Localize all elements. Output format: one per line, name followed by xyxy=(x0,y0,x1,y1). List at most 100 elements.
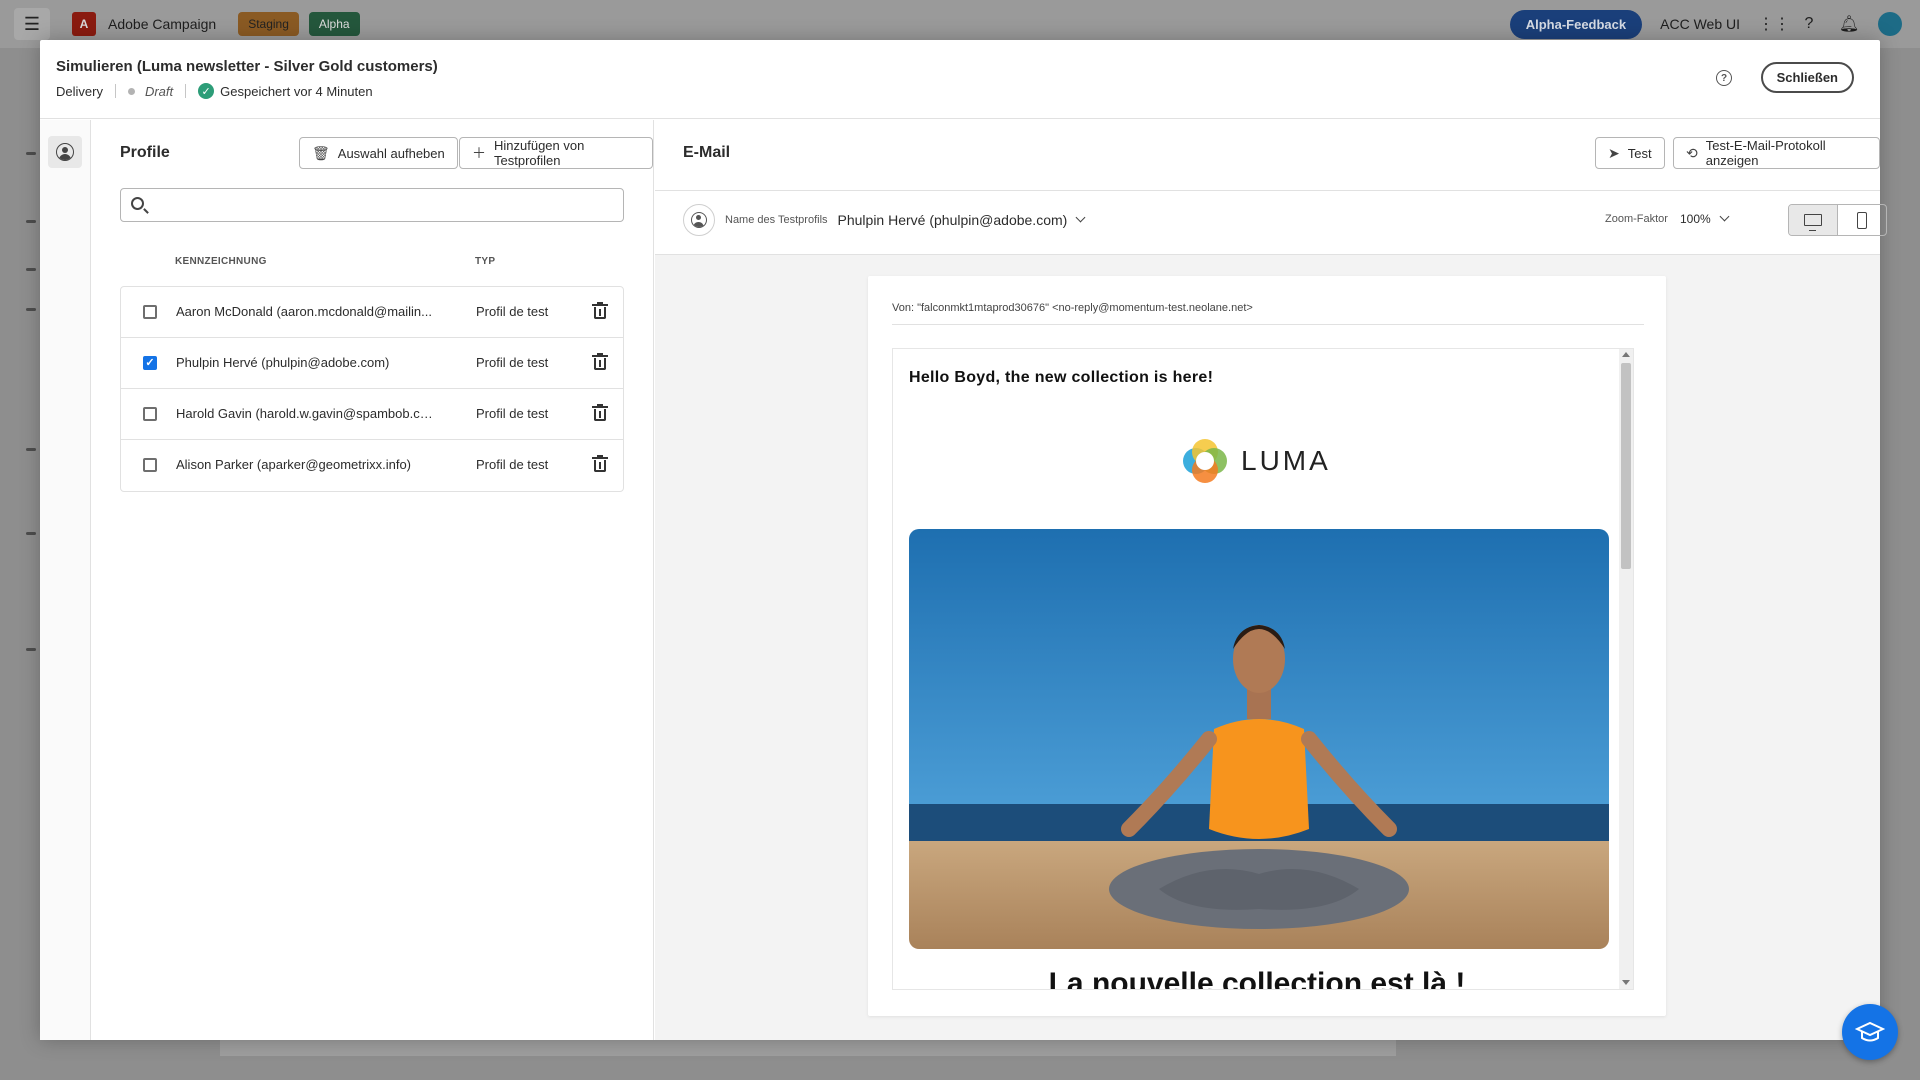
scroll-thumb[interactable] xyxy=(1621,363,1631,569)
graduation-cap-icon xyxy=(1855,1021,1885,1042)
background-sidebar xyxy=(0,48,40,1080)
staging-badge: Staging xyxy=(238,12,299,36)
search-icon xyxy=(131,197,144,210)
scroll-down-arrow-icon[interactable] xyxy=(1622,980,1630,985)
preview-scrollbar[interactable] xyxy=(1619,349,1633,989)
dialog-header: Simulieren (Luma newsletter - Silver Gol… xyxy=(40,40,1880,119)
dialog-help-icon[interactable]: ? xyxy=(1716,70,1732,86)
delete-row-trash-icon[interactable] xyxy=(592,302,608,320)
simulate-dialog: Simulieren (Luma newsletter - Silver Gol… xyxy=(40,40,1887,1040)
profile-avatar xyxy=(683,204,715,236)
scroll-up-arrow-icon[interactable] xyxy=(1622,352,1630,357)
user-avatar[interactable] xyxy=(1878,12,1902,36)
test-profile-label: Name des Testprofils xyxy=(725,214,828,226)
table-row[interactable]: Aaron McDonald (aaron.mcdonald@mailin...… xyxy=(121,287,623,338)
paper-plane-icon: ➤ xyxy=(1608,144,1620,161)
row-checkbox[interactable] xyxy=(143,458,157,472)
hero-image-yoga xyxy=(909,529,1609,949)
dialog-title: Simulieren (Luma newsletter - Silver Gol… xyxy=(56,58,438,75)
zoom-label: Zoom-Faktor xyxy=(1605,213,1668,225)
email-from-header: Von: "falconmkt1mtaprod30676" <no-reply@… xyxy=(892,302,1253,314)
desktop-view-button[interactable] xyxy=(1789,205,1838,235)
profile-name: Phulpin Hervé (phulpin@adobe.com) xyxy=(176,355,390,370)
divider xyxy=(655,190,1880,191)
separator xyxy=(185,84,187,98)
send-test-button[interactable]: ➤ Test xyxy=(1595,137,1665,169)
notifications-bell-icon[interactable]: 🔔︎ xyxy=(1838,14,1860,34)
row-checkbox[interactable] xyxy=(143,305,157,319)
test-profile-value: Phulpin Hervé (phulpin@adobe.com) xyxy=(837,212,1068,228)
zoom-selector[interactable]: Zoom-Faktor 100% xyxy=(1605,211,1730,226)
profile-name: Harold Gavin (harold.w.gavin@spambob.com… xyxy=(176,406,436,421)
profiles-title: Profile xyxy=(120,144,170,161)
clear-selection-label: Auswahl aufheben xyxy=(337,145,445,161)
dialog-status-line: Delivery Draft ✓ Gespeichert vor 4 Minut… xyxy=(56,83,373,99)
profile-type: Profil de test xyxy=(476,457,549,472)
plus-icon: ＋ xyxy=(472,145,486,161)
row-checkbox-checked[interactable]: ✓ xyxy=(143,356,157,370)
column-header-type[interactable]: TYP xyxy=(475,256,495,267)
delivery-type-label: Delivery xyxy=(56,83,103,99)
profile-name: Aaron McDonald (aaron.mcdonald@mailin... xyxy=(176,304,432,319)
learn-graduation-cap-button[interactable] xyxy=(1842,1004,1898,1060)
saved-status: Gespeichert vor 4 Minuten xyxy=(220,83,373,99)
show-test-log-label: Test-E-Mail-Protokoll anzeigen xyxy=(1705,138,1826,168)
delete-row-trash-icon[interactable] xyxy=(592,455,608,473)
email-title: E-Mail xyxy=(683,144,731,161)
apps-grid-icon[interactable]: ⋮⋮ xyxy=(1758,14,1790,34)
email-headline: La nouvelle collection est là ! xyxy=(1048,967,1466,990)
status-dot-icon xyxy=(127,87,135,95)
chevron-down-icon xyxy=(1719,211,1730,222)
mobile-view-button[interactable] xyxy=(1838,205,1886,235)
email-greeting: Hello Boyd, the new collection is here! xyxy=(909,369,1214,386)
saved-check-icon: ✓ xyxy=(198,83,215,99)
column-header-name[interactable]: KENNZEICHNUNG xyxy=(175,256,267,267)
show-test-log-button[interactable]: ⟲ Test-E-Mail-Protokoll anzeigen xyxy=(1673,137,1880,169)
delete-row-trash-icon[interactable] xyxy=(592,404,608,422)
history-clock-icon: ⟲ xyxy=(1686,144,1698,161)
app-name: Adobe Campaign xyxy=(108,16,217,32)
profiles-table: Aaron McDonald (aaron.mcdonald@mailin...… xyxy=(120,286,624,492)
user-circle-icon xyxy=(691,212,707,228)
close-button[interactable]: Schließen xyxy=(1760,62,1854,93)
delete-row-trash-icon[interactable] xyxy=(592,353,608,371)
trash-icon: 🗑︎ xyxy=(312,144,330,161)
desktop-icon xyxy=(1804,214,1822,231)
adobe-logo-icon: A xyxy=(72,12,96,36)
draft-status: Draft xyxy=(144,83,174,99)
luma-logo: LUMA xyxy=(1183,439,1331,483)
add-test-profiles-label: Hinzufügen von Testprofilen xyxy=(494,138,585,168)
chevron-down-icon xyxy=(1075,212,1086,223)
email-toolbar: E-Mail ➤ Test ⟲ Test-E-Mail-Protokoll an… xyxy=(655,120,1887,255)
profiles-panel: Profile 🗑︎ Auswahl aufheben ＋ Hinzufügen… xyxy=(92,120,654,1040)
instance-label[interactable]: ACC Web UI xyxy=(1660,16,1740,32)
profile-search-input[interactable] xyxy=(120,188,624,222)
table-row[interactable]: Alison Parker (aparker@geometrixx.info) … xyxy=(121,440,623,491)
row-checkbox[interactable] xyxy=(143,407,157,421)
device-toggle xyxy=(1788,204,1887,236)
clear-selection-button[interactable]: 🗑︎ Auswahl aufheben xyxy=(299,137,458,169)
luma-wordmark: LUMA xyxy=(1241,445,1331,476)
alpha-badge: Alpha xyxy=(308,12,360,36)
background-content xyxy=(220,1040,1396,1056)
send-test-label: Test xyxy=(1627,145,1652,161)
divider xyxy=(892,324,1644,325)
email-body-viewport[interactable]: Hello Boyd, the new collection is here! … xyxy=(892,348,1634,990)
separator xyxy=(114,84,116,98)
luma-logo-icon xyxy=(1183,439,1227,483)
table-row[interactable]: Harold Gavin (harold.w.gavin@spambob.com… xyxy=(121,389,623,440)
table-row[interactable]: ✓ Phulpin Hervé (phulpin@adobe.com) Prof… xyxy=(121,338,623,389)
user-circle-icon xyxy=(56,143,74,161)
profile-type: Profil de test xyxy=(476,406,549,421)
left-rail xyxy=(40,120,91,1040)
test-profile-selector[interactable]: Name des Testprofils Phulpin Hervé (phul… xyxy=(683,204,1086,236)
profile-type: Profil de test xyxy=(476,355,549,370)
hamburger-menu-icon[interactable]: ☰ xyxy=(14,8,50,40)
help-icon[interactable]: ? xyxy=(1798,15,1820,33)
alpha-feedback-button[interactable]: Alpha-Feedback xyxy=(1509,9,1643,39)
profiles-rail-button[interactable] xyxy=(48,136,82,168)
add-test-profiles-button[interactable]: ＋ Hinzufügen von Testprofilen xyxy=(459,137,653,169)
email-preview-card: Von: "falconmkt1mtaprod30676" <no-reply@… xyxy=(868,276,1666,1016)
mobile-icon xyxy=(1857,211,1867,229)
zoom-value: 100% xyxy=(1679,212,1711,226)
